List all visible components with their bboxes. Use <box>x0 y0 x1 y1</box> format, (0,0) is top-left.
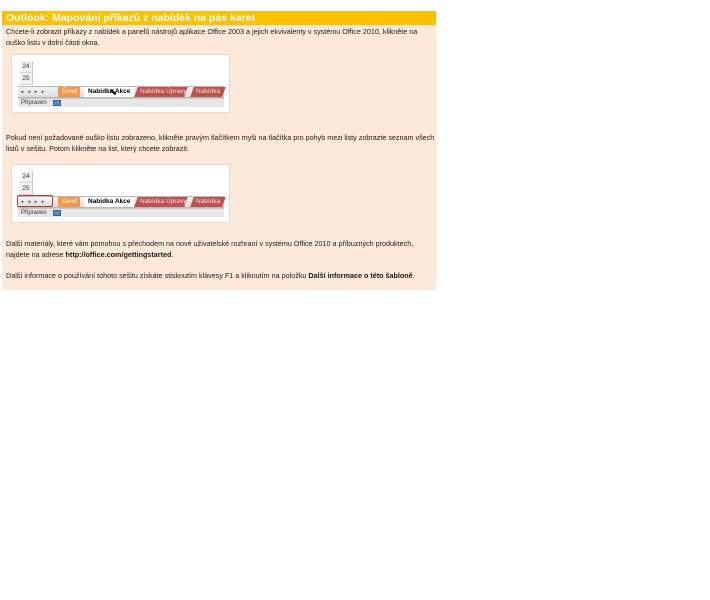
mouse-cursor-icon: ⬉ <box>109 87 118 98</box>
sheet-tabs-screenshot-1: 24 25 ◂ ◂ ▸ ▸ Úvod Nabídka Akce Nabídka … <box>11 54 230 113</box>
sheet-tab-next-label: Nabídka <box>196 88 221 95</box>
first-sheet-icon[interactable]: ◂ <box>19 88 25 96</box>
intro-paragraph: Chcete-li zobrazit příkazy z nabídek a p… <box>6 27 418 47</box>
resources-paragraph: Další materiály, které vám pomohou s pře… <box>6 238 436 260</box>
hint-paragraph: Pokud není požadované ouško listu zobraz… <box>6 133 435 153</box>
help-text: Další informace o používání tohoto sešit… <box>6 271 309 280</box>
nav-buttons-highlight <box>17 195 53 207</box>
sheet-tab-upravy-label: Nabídka Úpravy <box>140 198 187 205</box>
sheet-tab-uvod[interactable]: Úvod <box>58 87 80 97</box>
sheet-tab-upravy[interactable]: Nabídka Úpravy <box>134 87 188 97</box>
row-number: 24 <box>20 171 33 183</box>
sheet-tabs-screenshot-2: 24 25 ◂ ◂ ▸ ▸ Úvod Nabídka Akce Nabídka … <box>11 164 230 223</box>
prev-sheet-icon[interactable]: ◂ <box>26 88 32 96</box>
sheet-tab-strip: ◂ ◂ ▸ ▸ Úvod Nabídka Akce Nabídka Úpravy… <box>18 86 226 98</box>
worksheet-panel: Outlook: Mapování příkazů z nabídek na p… <box>2 11 436 290</box>
sheet-tab-upravy-label: Nabídka Úpravy <box>140 88 187 95</box>
row-number: 25 <box>20 73 33 85</box>
sheet-tab-akce[interactable]: Nabídka Akce <box>84 197 135 207</box>
sheet-tab-upravy[interactable]: Nabídka Úpravy <box>134 197 188 207</box>
status-text: Připraven <box>21 100 47 106</box>
page-title: Outlook: Mapování příkazů z nabídek na p… <box>2 11 436 25</box>
macro-record-icon <box>53 100 61 106</box>
row-number: 24 <box>20 61 33 73</box>
status-bar: Připraven <box>18 98 224 107</box>
next-sheet-icon[interactable]: ▸ <box>33 88 39 96</box>
help-paragraph: Další informace o používání tohoto sešit… <box>6 270 436 281</box>
getting-started-link[interactable]: http://office.com/gettingstarted <box>66 250 172 259</box>
status-text: Připraven <box>21 210 47 216</box>
status-bar: Připraven <box>18 208 224 217</box>
macro-record-icon <box>53 210 61 216</box>
sheet-tab-next-label: Nabídka <box>196 198 221 205</box>
sheet-tab-next[interactable]: Nabídka <box>190 87 226 97</box>
last-sheet-icon[interactable]: ▸ <box>40 88 46 96</box>
sheet-nav-buttons[interactable]: ◂ ◂ ▸ ▸ <box>19 88 46 96</box>
sheet-tab-uvod[interactable]: Úvod <box>58 197 80 207</box>
resources-text-end: . <box>171 250 174 259</box>
help-text-end: . <box>412 271 415 280</box>
row-headers: 24 25 <box>20 171 33 195</box>
row-headers: 24 25 <box>20 61 33 85</box>
template-info-link[interactable]: Další informace o této šabloně <box>308 271 412 280</box>
sheet-tab-strip: ◂ ◂ ▸ ▸ Úvod Nabídka Akce Nabídka Úpravy… <box>17 195 226 208</box>
row-number: 25 <box>20 183 33 195</box>
sheet-tab-next[interactable]: Nabídka <box>190 197 226 207</box>
